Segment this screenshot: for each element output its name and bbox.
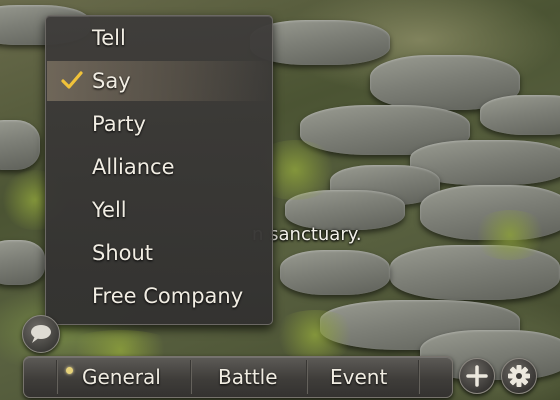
add-tab-button[interactable]	[459, 358, 495, 394]
speech-bubble-icon	[31, 325, 51, 343]
tab-label: Event	[330, 365, 388, 389]
menu-item-label: Alliance	[92, 155, 175, 179]
menu-item-label: Yell	[92, 198, 127, 222]
menu-item-yell[interactable]: Yell	[47, 190, 271, 230]
menu-item-shout[interactable]: Shout	[47, 233, 271, 273]
menu-item-tell[interactable]: Tell	[47, 18, 271, 58]
menu-item-label: Tell	[92, 26, 126, 50]
plus-icon	[466, 365, 488, 387]
chat-mode-menu: Tell Say Party Alliance Yell Shout Free …	[45, 15, 273, 325]
menu-item-label: Shout	[92, 241, 154, 265]
tab-event[interactable]: Event	[308, 357, 418, 397]
settings-button[interactable]	[501, 358, 537, 394]
active-tab-indicator	[66, 367, 73, 374]
chat-tab-bar: General Battle Event	[23, 356, 453, 398]
tab-divider	[418, 360, 420, 394]
gear-icon	[508, 365, 530, 387]
tab-label: Battle	[218, 365, 278, 389]
chat-mode-button[interactable]	[22, 315, 60, 353]
menu-item-say[interactable]: Say	[47, 61, 271, 101]
tab-general[interactable]: General	[58, 357, 190, 397]
tab-label: General	[82, 365, 161, 389]
menu-item-label: Say	[92, 69, 131, 93]
menu-item-free-company[interactable]: Free Company	[47, 276, 271, 316]
menu-item-party[interactable]: Party	[47, 104, 271, 144]
checkmark-icon	[61, 71, 83, 89]
tab-battle[interactable]: Battle	[192, 357, 306, 397]
menu-item-label: Free Company	[92, 284, 244, 308]
menu-item-alliance[interactable]: Alliance	[47, 147, 271, 187]
menu-item-label: Party	[92, 112, 146, 136]
